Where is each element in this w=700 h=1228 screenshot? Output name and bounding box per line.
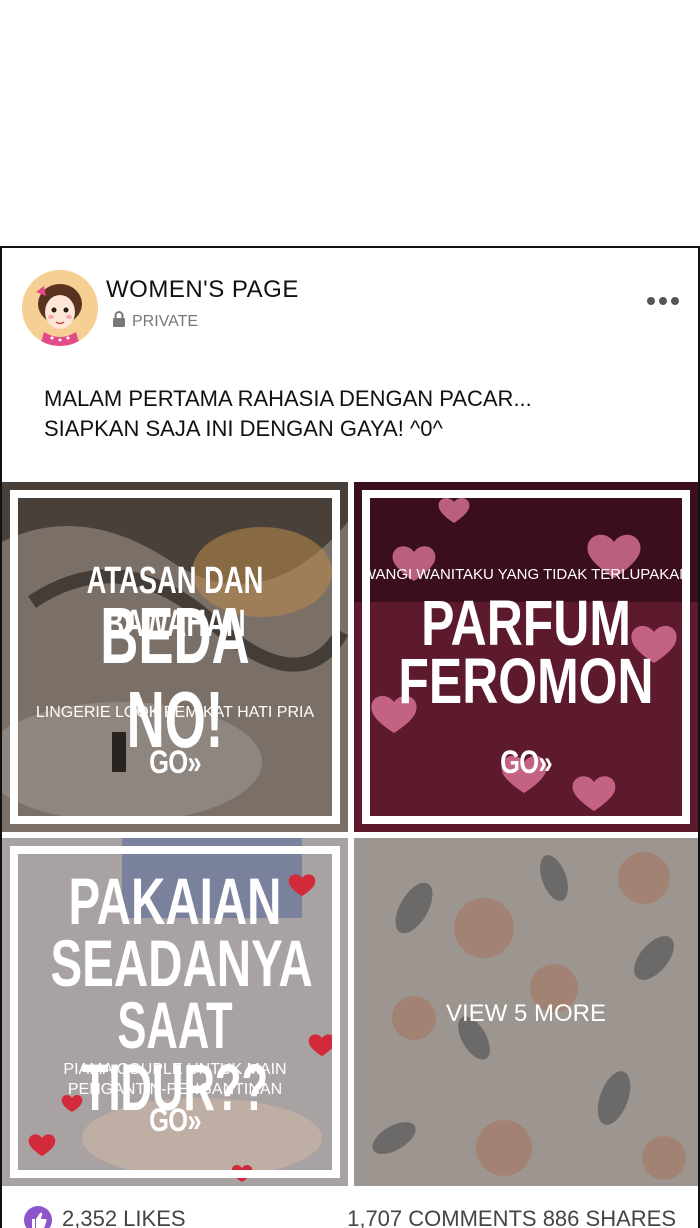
post-footer: 2,352 LIKES 1,707 COMMENTS 886 SHARES [2, 1204, 698, 1228]
more-options-icon[interactable] [646, 286, 680, 312]
tile-title: BEDA NO! [100, 591, 250, 764]
tile-title-line: PARFUM [421, 587, 631, 659]
tile-subtitle-line: PIAMA COUPLE UNTUK MAIN [63, 1061, 287, 1078]
tile-subtitle: LINGERIE LOOK PEMIKAT HATI PRIA [35, 704, 315, 721]
lock-icon [110, 310, 128, 333]
caption-line: MALAM PERTAMA RAHASIA DENGAN PACAR... [44, 386, 532, 411]
view-more-tile[interactable]: VIEW 5 MORE [354, 838, 698, 1186]
likes-count[interactable]: 2,352 LIKES [62, 1206, 186, 1228]
avatar[interactable] [22, 270, 98, 346]
post-caption: MALAM PERTAMA RAHASIA DENGAN PACAR... SI… [44, 384, 664, 444]
promo-tile-parfum[interactable]: WANGI WANITAKU YANG TIDAK TERLUPAKAN PAR… [354, 482, 698, 832]
privacy-status: PRIVATE [110, 310, 198, 333]
like-icon[interactable] [24, 1206, 52, 1228]
view-more-label[interactable]: VIEW 5 MORE [354, 1000, 698, 1028]
photo-grid: ATASAN DAN BAWAHAN BEDA NO! LINGERIE LOO… [2, 482, 698, 1186]
comments-shares-count[interactable]: 1,707 COMMENTS 886 SHARES [347, 1206, 676, 1228]
promo-tile-lingerie[interactable]: ATASAN DAN BAWAHAN BEDA NO! LINGERIE LOO… [2, 482, 348, 832]
tile-kicker: WANGI WANITAKU YANG TIDAK TERLUPAKAN [361, 566, 691, 583]
go-button[interactable]: GO» [37, 744, 314, 781]
promo-tile-pakaian[interactable]: PAKAIAN SEADANYA SAAT TIDUR?? PIAMA COUP… [2, 838, 348, 1186]
caption-line: SIAPKAN SAJA INI DENGAN GAYA! ^0^ [44, 416, 443, 441]
tile-title-line: FEROMON [398, 645, 654, 717]
tile-title-line: SEADANYA [50, 926, 313, 1000]
post-card: WOMEN'S PAGE PRIVATE MALAM PERTAMA RAHAS… [0, 246, 700, 1228]
page-name[interactable]: WOMEN'S PAGE [106, 276, 299, 304]
tile-subtitle-line: PENGANTIN-PENGANTINAN [67, 1081, 283, 1098]
privacy-label: PRIVATE [132, 312, 199, 330]
tile-title-line: PAKAIAN [68, 864, 282, 938]
post-header: WOMEN'S PAGE PRIVATE [2, 248, 698, 358]
go-button[interactable]: GO» [388, 744, 663, 781]
go-button[interactable]: GO» [37, 1102, 314, 1139]
